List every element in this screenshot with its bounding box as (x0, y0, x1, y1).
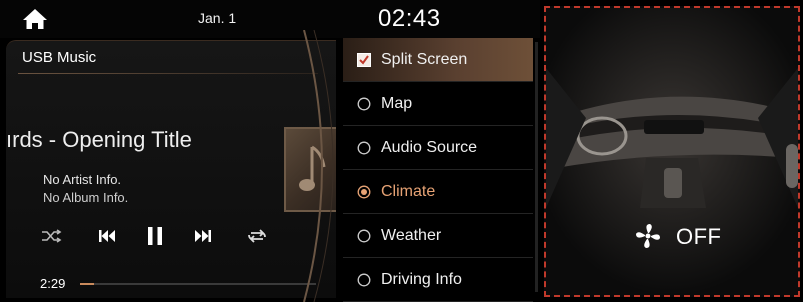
car-interior-image (546, 8, 798, 295)
menu-item-label: Audio Source (381, 138, 478, 156)
climate-panel[interactable]: OFF (544, 6, 800, 297)
date-label: Jan. 1 (198, 10, 237, 26)
repeat-icon[interactable] (246, 225, 268, 247)
next-icon[interactable] (192, 225, 214, 247)
album-label: No Album Info. (43, 190, 129, 205)
radio-icon[interactable] (357, 97, 371, 111)
home-icon[interactable] (22, 8, 48, 30)
pause-icon[interactable] (144, 225, 166, 247)
progress-fill (80, 283, 95, 285)
elapsed-time: 2:29 (40, 276, 66, 291)
radio-icon[interactable] (357, 141, 371, 155)
menu-item-label: Driving Info (381, 270, 462, 288)
radio-icon[interactable] (357, 273, 371, 287)
fan-icon (636, 224, 660, 248)
menu-item-audio-source[interactable]: Audio Source (343, 126, 533, 170)
radio-selected-icon[interactable] (357, 185, 371, 199)
previous-icon[interactable] (96, 225, 118, 247)
fan-status-label: OFF (676, 224, 722, 249)
menu-item-driving-info[interactable]: Driving Info (343, 258, 533, 302)
menu-item-map[interactable]: Map (343, 82, 533, 126)
menu-item-split-screen[interactable]: Split Screen (343, 38, 533, 82)
split-screen-menu: Split Screen Map Audio Source Climate Weathe… (343, 38, 540, 302)
music-panel[interactable]: USB Music ırds - Opening Title No Artist… (6, 40, 336, 298)
menu-item-label: Split Screen (381, 50, 468, 68)
music-source-title: USB Music (22, 49, 97, 66)
menu-item-label: Weather (381, 226, 442, 244)
top-status-bar: Jan. 1 02:43 (0, 0, 540, 38)
song-title: ırds - Opening Title (6, 127, 192, 152)
clock-label: 02:43 (378, 5, 441, 32)
menu-scrollbar[interactable] (535, 42, 538, 292)
checkbox-checked-icon[interactable] (357, 53, 371, 67)
shuffle-icon[interactable] (40, 225, 62, 247)
artist-label: No Artist Info. (43, 172, 122, 187)
progress-bar[interactable] (80, 283, 316, 285)
menu-item-label: Map (381, 94, 413, 112)
menu-item-weather[interactable]: Weather (343, 214, 533, 258)
radio-icon[interactable] (357, 229, 371, 243)
menu-item-label: Climate (381, 182, 436, 200)
music-divider (18, 73, 318, 74)
menu-item-climate[interactable]: Climate (343, 170, 533, 214)
